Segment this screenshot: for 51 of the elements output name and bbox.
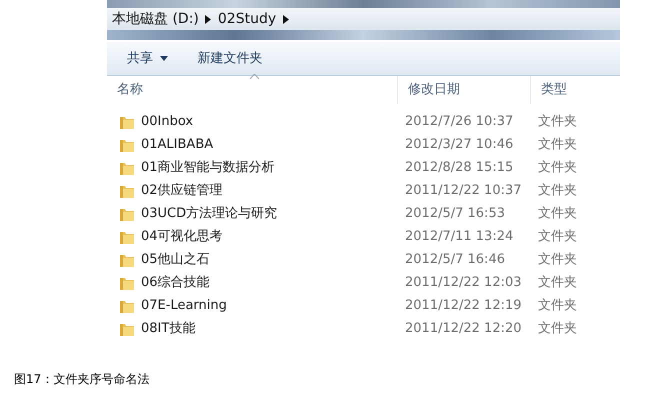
new-folder-button[interactable]: 新建文件夹 bbox=[190, 46, 270, 72]
folder-icon bbox=[119, 137, 135, 153]
column-header[interactable]: 修改日期 bbox=[397, 76, 530, 104]
type-cell-text: 文件夹 bbox=[537, 205, 577, 224]
folder-icon bbox=[119, 183, 135, 199]
type-cell-text: 文件夹 bbox=[537, 274, 577, 292]
folder-name[interactable]: 08IT技能 bbox=[141, 319, 196, 339]
type-cell-text: 文件夹 bbox=[537, 228, 577, 246]
type-cell-text: 文件夹 bbox=[537, 251, 577, 270]
type-cell-text: 文件夹 bbox=[537, 297, 577, 316]
date-cell-text: 2011/12/22 12:20 bbox=[404, 320, 523, 338]
folder-icon bbox=[119, 321, 135, 337]
folder-name[interactable]: 05他山之石 bbox=[141, 250, 210, 270]
folder-name[interactable]: 06综合技能 bbox=[141, 273, 210, 293]
date-cell-text: 2012/5/7 16:46 bbox=[404, 251, 506, 270]
folder-name[interactable]: 02供应链管理 bbox=[141, 181, 223, 201]
type-cell-text: 文件夹 bbox=[537, 182, 577, 200]
folder-icon bbox=[119, 114, 135, 130]
folder-icon bbox=[119, 252, 135, 268]
date-cell-text: 2012/7/11 13:24 bbox=[404, 228, 514, 246]
date-cell-text: 2011/12/22 10:37 bbox=[404, 182, 523, 200]
folder-name[interactable]: 07E-Learning bbox=[141, 296, 227, 316]
breadcrumb-item[interactable]: 02Study bbox=[218, 8, 276, 30]
type-cell-text: 文件夹 bbox=[537, 136, 577, 154]
share-menu-button[interactable]: 共享 bbox=[119, 46, 176, 72]
folder-icon bbox=[119, 229, 135, 245]
folder-icon bbox=[119, 275, 135, 291]
folder-icon bbox=[119, 298, 135, 314]
date-cell-text: 2012/7/26 10:37 bbox=[404, 113, 514, 132]
folder-name[interactable]: 00Inbox bbox=[141, 112, 194, 132]
type-cell-text: 文件夹 bbox=[537, 113, 577, 132]
date-cell-text: 2011/12/22 12:03 bbox=[404, 274, 523, 292]
date-cell-text: 2011/12/22 12:19 bbox=[404, 297, 523, 316]
chevron-right-icon[interactable] bbox=[282, 14, 289, 24]
caret-icon[interactable] bbox=[160, 56, 168, 61]
date-cell-text: 2012/8/28 15:15 bbox=[404, 159, 514, 178]
column-header[interactable]: 类型 bbox=[530, 76, 620, 104]
folder-name[interactable]: 01商业智能与数据分析 bbox=[141, 158, 275, 178]
figure-caption: 图17：文件夹序号命名法 bbox=[13, 371, 150, 388]
folder-name[interactable]: 04可视化思考 bbox=[141, 227, 223, 247]
folder-name[interactable]: 01ALIBABA bbox=[141, 135, 214, 155]
breadcrumb-item[interactable]: 本地磁盘 (D:) bbox=[112, 8, 199, 30]
folder-name[interactable]: 03UCD方法理论与研究 bbox=[141, 204, 278, 224]
folder-icon bbox=[119, 160, 135, 176]
chevron-right-icon[interactable] bbox=[205, 14, 212, 24]
date-cell-text: 2012/5/7 16:53 bbox=[404, 205, 506, 224]
type-cell-text: 文件夹 bbox=[537, 320, 577, 338]
date-cell-text: 2012/3/27 10:46 bbox=[404, 136, 514, 154]
folder-icon bbox=[119, 206, 135, 222]
type-cell-text: 文件夹 bbox=[537, 159, 577, 178]
column-header[interactable]: 名称 bbox=[107, 76, 397, 104]
